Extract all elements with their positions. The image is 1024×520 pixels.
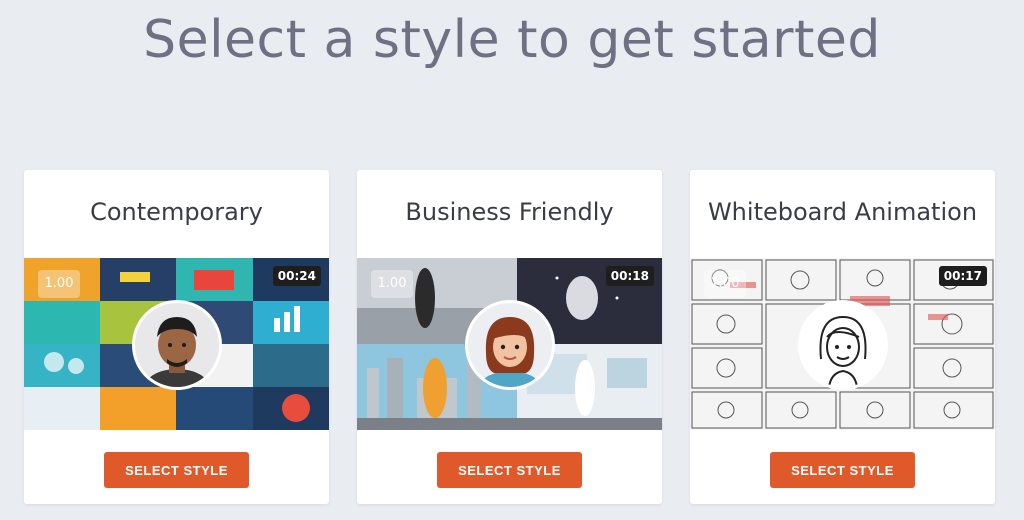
- man-avatar-icon: [132, 300, 222, 390]
- page-title: Select a style to get started: [143, 10, 881, 70]
- duration-badge: 00:17: [938, 266, 987, 286]
- select-style-button[interactable]: SELECT STYLE: [104, 452, 249, 488]
- card-title: Whiteboard Animation: [707, 198, 978, 226]
- style-card-business-friendly[interactable]: Business Friendly 1.00 00:18 SELECT STYL…: [357, 170, 662, 504]
- style-card-contemporary[interactable]: Contemporary 1.00 00:24 SELECT STYLE: [24, 170, 329, 504]
- video-preview-contemporary[interactable]: 1.00 00:24: [24, 258, 329, 430]
- select-style-button[interactable]: SELECT STYLE: [770, 452, 915, 488]
- video-preview-whiteboard-animation[interactable]: 1.00 00:17: [690, 258, 995, 430]
- sketch-woman-avatar-icon: [798, 300, 888, 390]
- woman-avatar-icon: [465, 300, 555, 390]
- playback-rate-badge[interactable]: 1.00: [704, 270, 746, 298]
- card-title: Business Friendly: [405, 198, 614, 226]
- video-preview-business-friendly[interactable]: 1.00 00:18: [357, 258, 662, 430]
- duration-badge: 00:18: [605, 266, 654, 286]
- playback-rate-badge[interactable]: 1.00: [38, 270, 80, 298]
- select-style-button[interactable]: SELECT STYLE: [437, 452, 582, 488]
- duration-badge: 00:24: [272, 266, 321, 286]
- playback-rate-badge[interactable]: 1.00: [371, 270, 413, 298]
- style-card-whiteboard-animation[interactable]: Whiteboard Animation 1.00 00:17 SELECT S…: [690, 170, 995, 504]
- card-title: Contemporary: [90, 198, 263, 226]
